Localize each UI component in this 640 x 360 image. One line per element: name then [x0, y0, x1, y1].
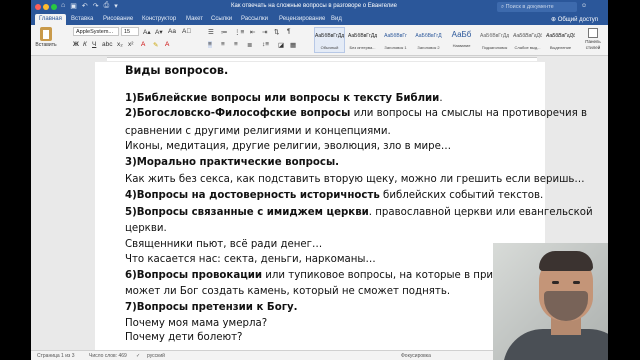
shading-icon[interactable]: ◪: [278, 41, 284, 49]
document-line[interactable]: может ли Бог создать камень, который не …: [125, 286, 450, 297]
page-count[interactable]: Страница 1 из 3: [37, 353, 74, 359]
tab-view[interactable]: Вид: [331, 16, 342, 22]
focus-mode-button[interactable]: Фокусировка: [401, 353, 431, 359]
title-bar: ⌂ ▣ ↶ ↷ ⎙ ▾ Как отвечать на сложные вопр…: [31, 0, 608, 14]
document-line[interactable]: Почему моя мама умерла?: [125, 318, 267, 329]
share-button[interactable]: ⊕ Общий доступ: [551, 16, 598, 23]
tab-review[interactable]: Рецензирование: [279, 16, 325, 22]
style-emphasis[interactable]: АаБбВвГгДд Выделение: [545, 27, 576, 53]
text-cursor-icon: I: [235, 130, 237, 137]
bullets-icon[interactable]: ☰: [208, 28, 214, 36]
document-heading[interactable]: Виды вопросов.: [125, 64, 228, 77]
style-subtitle[interactable]: АаБбВвГгДд Подзаголовок: [479, 27, 510, 53]
word-count[interactable]: Число слов: 469: [89, 353, 127, 359]
document-line[interactable]: Почему дети болеют?: [125, 332, 242, 343]
ribbon-tabs: Главная Вставка Рисование Конструктор Ма…: [31, 14, 608, 25]
superscript-icon[interactable]: x²: [128, 41, 133, 48]
clear-format-icon[interactable]: A⃠: [182, 28, 191, 35]
line-spacing-icon[interactable]: ↕≡: [262, 41, 269, 48]
home-icon[interactable]: ⌂: [61, 2, 65, 10]
tab-layout[interactable]: Макет: [186, 16, 203, 22]
quick-access-toolbar: ⌂ ▣ ↶ ↷ ⎙ ▾: [61, 2, 118, 10]
highlight-icon[interactable]: ✎: [153, 41, 158, 49]
word-window: ⌂ ▣ ↶ ↷ ⎙ ▾ Как отвечать на сложные вопр…: [31, 0, 608, 360]
style-subtle-emphasis[interactable]: АаБбВвГгДд Слабое выд...: [512, 27, 543, 53]
subscript-icon[interactable]: x₂: [117, 41, 123, 48]
document-line[interactable]: Священники пьют, всё ради денег…: [125, 239, 322, 250]
webcam-overlay: [493, 243, 608, 360]
document-page[interactable]: Виды вопросов. 1)Библейские вопросы или …: [95, 62, 593, 350]
numbering-icon[interactable]: ≔: [221, 28, 228, 36]
document-line[interactable]: церкви.: [125, 223, 167, 234]
document-line[interactable]: 1)Библейские вопросы или вопросы к текст…: [125, 93, 443, 104]
paste-button[interactable]: Вставить: [35, 27, 57, 54]
search-input[interactable]: ⌕ Поиск в документе: [497, 2, 577, 12]
sort-icon[interactable]: ⇅: [274, 28, 279, 36]
text-effects-icon[interactable]: A: [141, 41, 145, 48]
user-icon[interactable]: ☺: [581, 3, 587, 9]
language-indicator[interactable]: русский: [147, 353, 165, 359]
document-line[interactable]: Что касается нас: секта, деньги, наркома…: [125, 254, 376, 265]
clipboard-icon: [40, 27, 52, 41]
video-frame: ⌂ ▣ ↶ ↷ ⎙ ▾ Как отвечать на сложные вопр…: [0, 0, 640, 360]
tab-mailings[interactable]: Рассылки: [241, 16, 268, 22]
shrink-font-icon[interactable]: A▾: [155, 28, 163, 36]
undo-icon[interactable]: ↶: [82, 2, 88, 10]
styles-pane-icon: [588, 28, 598, 38]
document-line[interactable]: сравнении с другими религиями и концепци…: [125, 126, 391, 137]
tab-references[interactable]: Ссылки: [211, 16, 232, 22]
document-line[interactable]: Иконы, медитация, другие религии, эволюц…: [125, 141, 451, 152]
document-line[interactable]: 2)Богословско-Философские вопросы или во…: [125, 108, 587, 119]
minimize-window-icon[interactable]: [43, 4, 49, 10]
maximize-window-icon[interactable]: [51, 4, 57, 10]
font-size-select[interactable]: 15: [121, 27, 139, 36]
tab-home[interactable]: Главная: [35, 14, 66, 25]
pilcrow-icon[interactable]: ¶: [287, 28, 291, 35]
strikethrough-icon[interactable]: abc: [102, 41, 112, 48]
tab-design[interactable]: Конструктор: [142, 16, 176, 22]
document-line[interactable]: 7)Вопросы претензии к Богу.: [125, 302, 298, 313]
align-center-icon[interactable]: ≡: [221, 41, 225, 48]
style-normal[interactable]: АаБбВвГгДд Обычный: [314, 27, 345, 53]
document-line[interactable]: 3)Морально практические вопросы.: [125, 157, 339, 168]
close-window-icon[interactable]: [35, 4, 41, 10]
font-name-select[interactable]: AppleSystem...: [73, 27, 119, 36]
redo-icon[interactable]: ↷: [93, 2, 99, 10]
styles-pane-button[interactable]: Панель стилей: [580, 28, 606, 50]
document-line[interactable]: 6)Вопросы провокации или тупиковое вопро…: [125, 270, 513, 281]
tab-insert[interactable]: Вставка: [71, 16, 93, 22]
underline-icon[interactable]: Ч: [92, 41, 96, 48]
bold-icon[interactable]: Ж: [73, 41, 79, 48]
grow-font-icon[interactable]: A▴: [143, 28, 151, 36]
style-heading-1[interactable]: АаБбВвГг Заголовок 1: [380, 27, 411, 53]
document-line[interactable]: 5)Вопросы связанные с имиджем церкви. пр…: [125, 207, 593, 218]
justify-icon[interactable]: ≣: [247, 41, 252, 49]
style-title[interactable]: АаБб Название: [446, 27, 477, 53]
ribbon: Вставить AppleSystem... 15 A▴ A▾ Aa A⃠ Ж…: [31, 25, 608, 56]
align-right-icon[interactable]: ≡: [234, 41, 238, 48]
document-title: Как отвечать на сложные вопросы в разгов…: [231, 3, 397, 9]
save-icon[interactable]: ▣: [70, 2, 77, 10]
document-line[interactable]: Как жить без секса, как подставить втору…: [125, 174, 585, 185]
decrease-indent-icon[interactable]: ⇤: [250, 28, 255, 36]
tab-draw[interactable]: Рисование: [103, 16, 133, 22]
multilevel-list-icon[interactable]: ⋮≡: [234, 28, 244, 36]
change-case-icon[interactable]: Aa: [168, 28, 176, 35]
print-icon[interactable]: ⎙: [104, 2, 110, 10]
style-no-spacing[interactable]: АаБбВвГгДд Без интерва...: [347, 27, 378, 53]
more-icon[interactable]: ▾: [114, 2, 118, 10]
align-left-icon[interactable]: ≡: [208, 41, 212, 48]
font-color-icon[interactable]: A: [165, 41, 169, 48]
italic-icon[interactable]: К: [83, 41, 87, 48]
document-line[interactable]: 4)Вопросы на достоверность историчность …: [125, 190, 543, 201]
style-heading-2[interactable]: АаБбВвГгД Заголовок 2: [413, 27, 444, 53]
proofing-icon[interactable]: ✓: [136, 353, 140, 359]
increase-indent-icon[interactable]: ⇥: [262, 28, 267, 36]
borders-icon[interactable]: ▦: [290, 41, 296, 49]
styles-gallery: АаБбВвГгДд Обычный АаБбВвГгДд Без интерв…: [314, 27, 576, 53]
